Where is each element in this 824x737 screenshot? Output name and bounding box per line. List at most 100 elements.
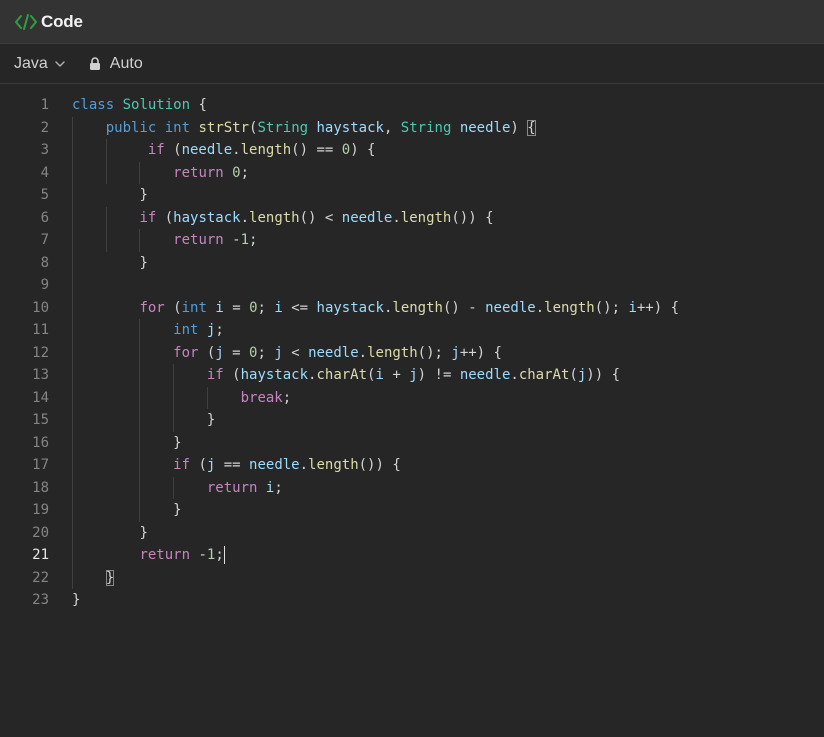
line-number: 13 [32, 367, 49, 383]
line-number: 18 [32, 479, 49, 496]
code-text: } [173, 499, 181, 521]
code-token: ( [569, 367, 578, 383]
line-number: 22 [32, 569, 49, 586]
code-line[interactable]: 17 if (j == needle.length()) { [0, 454, 824, 476]
code-token: length [240, 142, 292, 158]
code-token: ; [215, 547, 224, 563]
code-token: needle [181, 142, 233, 158]
code-token: } [173, 434, 182, 451]
code-token: - [190, 547, 207, 563]
code-line[interactable]: 22} [0, 567, 824, 589]
code-editor[interactable]: 1 class Solution {2 public int strStr(Stri… [0, 84, 824, 737]
code-token: needle [249, 457, 300, 473]
code-text: } [105, 567, 115, 589]
code-token: haystack [240, 367, 309, 383]
code-token: + [383, 367, 410, 383]
line-number: 19 [32, 502, 49, 518]
code-line[interactable]: 6 if (haystack.length() < needle.length()… [0, 207, 824, 229]
line-number: 16 [32, 434, 49, 451]
code-text: if (j == needle.length()) { [173, 454, 401, 476]
code-token: length [367, 344, 418, 361]
code-line[interactable]: 2 public int strStr(String haystack, Stri… [0, 117, 824, 139]
code-token: i [215, 299, 224, 316]
code-line[interactable]: 18 return i; [0, 477, 824, 499]
code-line[interactable]: 20} [0, 522, 824, 544]
code-token: return [173, 232, 224, 248]
language-label: Java [14, 54, 48, 72]
code-token: () < [299, 209, 342, 226]
line-number: 3 [40, 142, 49, 158]
code-line[interactable]: 4 return 0; [0, 162, 824, 184]
code-text: class Solution { [72, 94, 207, 116]
code-token: length [308, 457, 359, 473]
code-line[interactable]: 3 if (needle.length() == 0) { [0, 139, 824, 161]
code-line[interactable]: 5} [0, 184, 824, 206]
code-token: return [173, 164, 224, 181]
code-token: j [451, 344, 460, 361]
code-line[interactable]: 21 return -1; [0, 544, 824, 566]
code-token: . [392, 209, 401, 226]
code-token: (); [417, 344, 452, 361]
code-token: ( [156, 209, 174, 226]
indent-guide [105, 139, 107, 184]
line-number: 1 [40, 97, 49, 113]
code-line[interactable]: 13 if (haystack.charAt(i + j) != needle.c… [0, 364, 824, 386]
code-token: ( [198, 344, 216, 361]
indent-guide [105, 206, 107, 252]
code-line[interactable]: 11 int j; [0, 319, 824, 341]
code-line[interactable]: 10 for (int i = 0; i <= haystack.length()… [0, 297, 824, 319]
language-dropdown[interactable]: Java [14, 55, 66, 73]
code-line[interactable]: 19} [0, 499, 824, 521]
code-token: Solution [122, 97, 191, 113]
code-text: for (j = 0; j < needle.length(); j++) { [173, 342, 502, 364]
code-text: break; [241, 387, 292, 409]
code-line[interactable]: 14 break; [0, 387, 824, 409]
chevron-down-icon [54, 58, 66, 70]
code-line[interactable]: 15} [0, 409, 824, 431]
code-token: () - [442, 299, 486, 316]
code-token: . [232, 142, 241, 158]
code-text: return i; [207, 477, 283, 499]
auto-mode-button[interactable]: Auto [88, 55, 143, 73]
code-token: () == [291, 142, 342, 158]
code-panel: Code Java Auto 1 class Solution {2 public … [0, 0, 824, 737]
code-text: } [207, 409, 215, 431]
code-token: i [274, 299, 283, 316]
code-text: if (haystack.charAt(i + j) != needle.cha… [207, 364, 620, 386]
code-line[interactable]: 1 class Solution { [0, 94, 824, 116]
code-token: ++) { [459, 344, 502, 361]
code-token: . [299, 457, 309, 473]
code-line[interactable]: 23} [0, 589, 824, 611]
code-token: ( [190, 457, 207, 473]
code-line[interactable]: 7 return -1; [0, 229, 824, 251]
code-line[interactable]: 16} [0, 432, 824, 454]
code-token: String [257, 119, 309, 136]
code-token: } [173, 502, 182, 518]
code-token: ++) { [636, 299, 680, 316]
code-token: j [409, 367, 418, 383]
code-token: haystack [173, 209, 241, 226]
code-token: int [164, 119, 191, 136]
code-token: . [535, 299, 545, 316]
code-token: length [392, 299, 443, 316]
panel-title: Code [41, 11, 83, 31]
code-token: ()) { [451, 209, 494, 226]
line-number: 8 [40, 254, 49, 271]
code-text: } [72, 589, 80, 611]
indent-guide [173, 476, 175, 499]
line-number: 15 [32, 412, 49, 428]
code-line[interactable]: 8} [0, 252, 824, 274]
editor-toolbar: Java Auto [0, 44, 824, 84]
code-token: ; [257, 299, 275, 316]
matched-bracket: { [527, 119, 536, 136]
code-line[interactable]: 9 [0, 274, 824, 296]
code-token: if [173, 457, 191, 473]
code-token: . [510, 367, 519, 383]
code-token: ; [240, 164, 250, 181]
indent-guide [206, 386, 208, 409]
code-text: if (haystack.length() < needle.length())… [139, 207, 493, 229]
code-token: int [181, 299, 207, 316]
code-line[interactable]: 12 for (j = 0; j < needle.length(); j++) … [0, 342, 824, 364]
code-token: if [147, 142, 165, 158]
